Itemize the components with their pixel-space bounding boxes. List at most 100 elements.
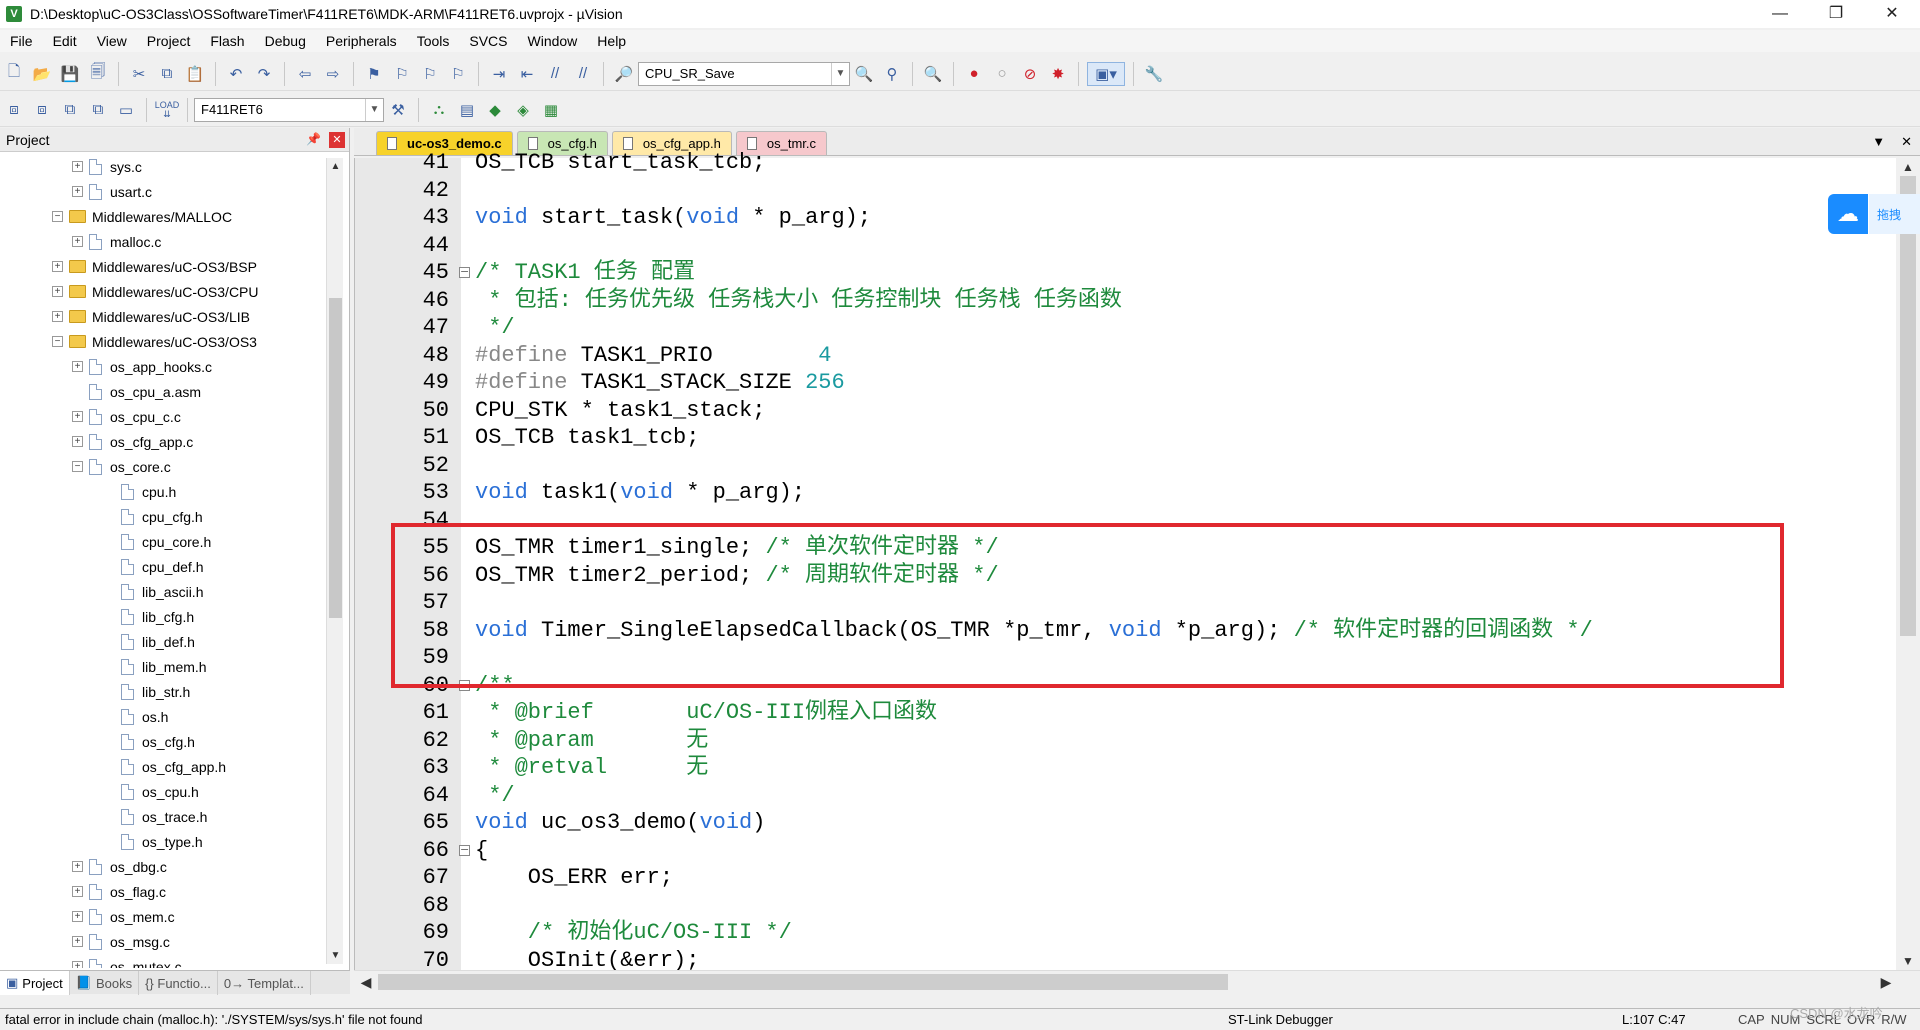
editor-vertical-scrollbar[interactable]: ▲ ▼ — [1896, 158, 1920, 970]
start-debug-icon[interactable]: 🔍 — [921, 62, 945, 86]
tree-file[interactable]: os_trace.h — [0, 804, 326, 829]
tab-list-dropdown-icon[interactable]: ▼ — [1872, 134, 1885, 150]
tree-file[interactable]: + os_mutex.c — [0, 954, 326, 968]
target-combo[interactable]: F411RET6 ▼ — [194, 97, 384, 122]
copy-icon[interactable]: ⧉ — [155, 62, 179, 86]
scrollbar-thumb[interactable] — [329, 298, 342, 618]
navigate-back-icon[interactable]: ⇦ — [293, 62, 317, 86]
tree-folder[interactable]: + Middlewares/uC-OS3/LIB — [0, 304, 326, 329]
scroll-down-icon[interactable]: ▼ — [1896, 952, 1920, 970]
cut-icon[interactable]: ✂ — [127, 62, 151, 86]
tree-file[interactable]: cpu_core.h — [0, 529, 326, 554]
indent-icon[interactable]: ⇥ — [487, 62, 511, 86]
code-line[interactable]: 57 — [355, 589, 1897, 616]
tree-file[interactable]: os_cpu.h — [0, 779, 326, 804]
expand-icon[interactable]: + — [52, 261, 63, 272]
scrollbar-thumb[interactable] — [378, 974, 1228, 990]
collapse-icon[interactable]: − — [72, 461, 83, 472]
tree-file[interactable]: lib_cfg.h — [0, 604, 326, 629]
collapse-icon[interactable]: − — [52, 211, 63, 222]
download-load-icon[interactable]: LOAD ⇊ — [155, 98, 180, 122]
tree-file[interactable]: lib_mem.h — [0, 654, 326, 679]
project-tree-scrollbar[interactable]: ▲ ▼ — [326, 158, 343, 964]
save-icon[interactable]: 💾 — [58, 62, 82, 86]
code-line[interactable]: 51 OS_TCB task1_tcb; — [355, 424, 1897, 451]
stop-build-icon[interactable]: ▭ — [114, 98, 138, 122]
code-line[interactable]: 45−/* TASK1 任务 配置 — [355, 259, 1897, 286]
configure-icon[interactable]: 🔧 — [1142, 62, 1166, 86]
code-line[interactable]: 56 OS_TMR timer2_period; /* 周期软件定时器 */ — [355, 562, 1897, 589]
menu-tools[interactable]: Tools — [407, 33, 460, 49]
tree-file[interactable]: os_cfg.h — [0, 729, 326, 754]
tree-file[interactable]: lib_str.h — [0, 679, 326, 704]
open-file-icon[interactable]: 📂 — [30, 62, 54, 86]
code-line[interactable]: 47 */ — [355, 314, 1897, 341]
expand-icon[interactable]: + — [72, 236, 83, 247]
code-line[interactable]: 62 * @param 无 — [355, 727, 1897, 754]
minimize-button[interactable]: — — [1752, 0, 1808, 28]
multi-project-icon[interactable]: ▤ — [455, 98, 479, 122]
unindent-icon[interactable]: ⇤ — [515, 62, 539, 86]
menu-view[interactable]: View — [87, 33, 137, 49]
expand-icon[interactable]: + — [72, 411, 83, 422]
code-line[interactable]: 60−/** — [355, 672, 1897, 699]
tree-file[interactable]: + os_cpu_c.c — [0, 404, 326, 429]
tree-file[interactable]: os_type.h — [0, 829, 326, 854]
menu-window[interactable]: Window — [518, 33, 588, 49]
pack-installer-icon[interactable]: ◈ — [511, 98, 535, 122]
code-line[interactable]: 52 — [355, 452, 1897, 479]
tree-file[interactable]: + os_dbg.c — [0, 854, 326, 879]
expand-icon[interactable]: + — [72, 361, 83, 372]
close-tab-icon[interactable]: ✕ — [1901, 134, 1912, 150]
expand-icon[interactable]: + — [52, 311, 63, 322]
panel-tab-2[interactable]: {} Functio... — [139, 971, 218, 995]
tree-folder[interactable]: − Middlewares/uC-OS3/OS3 — [0, 329, 326, 354]
paste-icon[interactable]: 📋 — [183, 62, 207, 86]
tree-file[interactable]: lib_def.h — [0, 629, 326, 654]
code-line[interactable]: 58 void Timer_SingleElapsedCallback(OS_TM… — [355, 617, 1897, 644]
code-line[interactable]: 69 /* 初始化uC/OS-III */ — [355, 919, 1897, 946]
tree-file[interactable]: + usart.c — [0, 179, 326, 204]
clear-bookmarks-icon[interactable]: ⚐ — [446, 62, 470, 86]
tree-folder[interactable]: + Middlewares/uC-OS3/CPU — [0, 279, 326, 304]
tree-file[interactable]: − os_core.c — [0, 454, 326, 479]
tree-file[interactable]: os_cpu_a.asm — [0, 379, 326, 404]
disable-breakpoints-icon[interactable]: ⊘ — [1018, 62, 1042, 86]
expand-icon[interactable]: + — [72, 161, 83, 172]
code-line[interactable]: 49 #define TASK1_STACK_SIZE 256 — [355, 369, 1897, 396]
code-line[interactable]: 59 — [355, 644, 1897, 671]
code-line[interactable]: 64 */ — [355, 782, 1897, 809]
target-options-icon[interactable]: ⚒ — [386, 98, 410, 122]
fold-toggle-icon[interactable]: − — [459, 266, 470, 278]
build-icon[interactable]: ⧈ — [30, 98, 54, 122]
fold-toggle-icon[interactable]: − — [459, 679, 470, 691]
menu-flash[interactable]: Flash — [200, 33, 254, 49]
tree-file[interactable]: lib_ascii.h — [0, 579, 326, 604]
tree-file[interactable]: cpu.h — [0, 479, 326, 504]
tree-file[interactable]: + os_mem.c — [0, 904, 326, 929]
tree-file[interactable]: os_cfg_app.h — [0, 754, 326, 779]
expand-icon[interactable]: + — [72, 961, 83, 968]
navigate-forward-icon[interactable]: ⇨ — [321, 62, 345, 86]
menu-help[interactable]: Help — [587, 33, 636, 49]
incremental-find-icon[interactable]: ⚲ — [880, 62, 904, 86]
code-line[interactable]: 55 OS_TMR timer1_single; /* 单次软件定时器 */ — [355, 534, 1897, 561]
scroll-down-icon[interactable]: ▼ — [327, 947, 344, 964]
tree-folder[interactable]: + Middlewares/uC-OS3/BSP — [0, 254, 326, 279]
chevron-down-icon[interactable]: ▼ — [365, 98, 383, 121]
panel-tab-1[interactable]: 📘 Books — [70, 971, 140, 995]
expand-icon[interactable]: + — [72, 911, 83, 922]
kill-breakpoints-icon[interactable]: ✸ — [1046, 62, 1070, 86]
code-line[interactable]: 68 — [355, 892, 1897, 919]
rebuild-icon[interactable]: ⧉ — [58, 98, 82, 122]
find-icon[interactable]: 🔍 — [852, 62, 876, 86]
bookmark-icon[interactable]: ⚑ — [362, 62, 386, 86]
scroll-left-icon[interactable]: ◀ — [356, 971, 376, 993]
tree-file[interactable]: + os_flag.c — [0, 879, 326, 904]
scrollbar-thumb[interactable] — [1900, 176, 1916, 636]
chevron-down-icon[interactable]: ▼ — [831, 62, 849, 85]
tree-folder[interactable]: − Middlewares/MALLOC — [0, 204, 326, 229]
expand-icon[interactable]: + — [72, 936, 83, 947]
pin-icon[interactable]: 📌 — [306, 132, 321, 146]
find-combo[interactable]: CPU_SR_Save ▼ — [638, 61, 850, 86]
